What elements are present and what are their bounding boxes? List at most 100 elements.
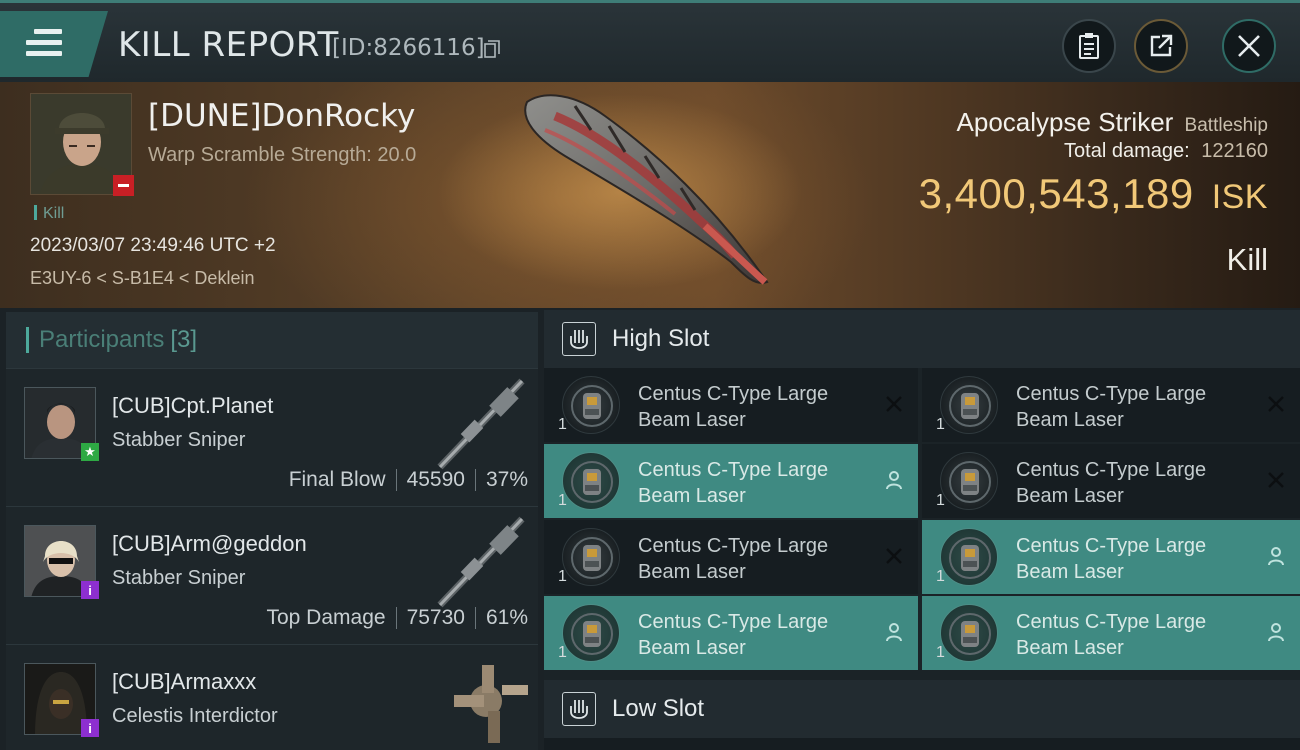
participant-damage: 75730 <box>406 606 465 629</box>
laser-module-icon <box>562 528 620 586</box>
participants-header: Participants [3] <box>6 312 538 368</box>
close-icon <box>1238 35 1260 57</box>
ship-name-text: Apocalypse Striker <box>956 107 1174 137</box>
kill-location[interactable]: E3UY-6 < S-B1E4 < Deklein <box>30 268 254 289</box>
kill-summary-banner: [DUNE]DonRocky Warp Scramble Strength: 2… <box>0 82 1300 308</box>
participant-percent: 61% <box>485 606 528 629</box>
module-name: Centus C-Type Large Beam Laser <box>1016 535 1207 583</box>
module-quantity: 1 <box>558 416 567 433</box>
menu-button[interactable] <box>0 11 108 77</box>
info-icon: i <box>81 581 99 599</box>
participant-stats: Top Damage 75730 61% <box>266 606 528 630</box>
victim-ship-image <box>524 94 769 285</box>
high-slot-icon <box>562 322 596 356</box>
module-slot[interactable]: 1 Centus C-Type Large Beam Laser <box>544 368 918 442</box>
participant-role: Top Damage <box>266 606 386 629</box>
module-quantity: 1 <box>558 644 567 661</box>
isk-amount: 3,400,543,189 <box>918 170 1194 217</box>
kill-type-tag: Kill <box>34 205 64 223</box>
drone-icon <box>454 665 528 743</box>
module-name: Centus C-Type Large Beam Laser <box>638 535 829 583</box>
module-slot[interactable]: 1 Centus C-Type Large Beam Laser <box>922 368 1300 442</box>
kill-id: [ID:8266116] <box>332 35 485 61</box>
module-slot[interactable]: 1 Centus C-Type Large Beam Laser <box>544 596 918 670</box>
total-damage: Total damage: 122160 <box>1064 140 1268 163</box>
module-quantity: 1 <box>936 644 945 661</box>
high-slot-header: High Slot <box>544 310 1300 368</box>
person-icon <box>884 622 904 642</box>
participant-ship: Stabber Sniper <box>112 429 246 451</box>
module-slot[interactable]: 1 Centus C-Type Large Beam Laser <box>922 596 1300 670</box>
divider <box>395 469 397 491</box>
module-name: Centus C-Type Large Beam Laser <box>1016 459 1207 507</box>
participants-count: [3] <box>170 326 198 353</box>
module-name: Centus C-Type Large Beam Laser <box>638 459 829 507</box>
x-icon <box>1266 470 1286 490</box>
isk-unit: ISK <box>1211 178 1268 216</box>
module-slot[interactable]: 1 Centus C-Type Large Beam Laser <box>544 444 918 518</box>
hamburger-icon <box>26 29 62 62</box>
kill-result: Kill <box>1226 242 1268 277</box>
fitting-panel: High Slot 1 Centus C-Type Large Beam Lase… <box>544 310 1300 750</box>
clipboard-icon <box>1079 33 1099 59</box>
loss-badge <box>113 175 134 196</box>
laser-module-icon <box>562 604 620 662</box>
module-name: Centus C-Type Large Beam Laser <box>638 383 829 431</box>
total-damage-label: Total damage: <box>1064 140 1190 162</box>
page-title: KILL REPORT <box>118 25 339 65</box>
participants-panel: Participants [3] ★ [CUB]Cpt.Planet Stabb… <box>6 312 538 750</box>
laser-module-icon <box>562 452 620 510</box>
share-button[interactable] <box>1134 19 1188 73</box>
low-slot-header: Low Slot <box>544 680 1300 738</box>
victim-ship-name[interactable]: Apocalypse Striker Battleship <box>957 107 1268 138</box>
divider <box>474 469 476 491</box>
laser-module-icon <box>562 376 620 434</box>
copy-icon[interactable] <box>484 40 500 58</box>
x-icon <box>884 546 904 566</box>
participant-row[interactable]: i [CUB]Armaxxx Celestis Interdictor <box>6 644 538 750</box>
report-button[interactable] <box>1062 19 1116 73</box>
warp-scramble-strength: Warp Scramble Strength: 20.0 <box>148 144 417 166</box>
header-accent-bar <box>26 327 29 353</box>
laser-module-icon <box>940 528 998 586</box>
participant-row[interactable]: i [CUB]Arm@geddon Stabber Sniper Top Dam… <box>6 506 538 644</box>
share-icon <box>1150 34 1173 57</box>
module-name: Centus C-Type Large Beam Laser <box>1016 383 1207 431</box>
participant-name[interactable]: [CUB]Arm@geddon <box>112 531 307 557</box>
module-slot[interactable]: 1 Centus C-Type Large Beam Laser <box>922 520 1300 594</box>
weapon-icon <box>437 378 525 470</box>
ship-class-text: Battleship <box>1184 115 1268 136</box>
close-button[interactable] <box>1222 19 1276 73</box>
info-icon: i <box>81 719 99 737</box>
module-quantity: 1 <box>558 492 567 509</box>
laser-module-icon <box>940 376 998 434</box>
participant-name[interactable]: [CUB]Cpt.Planet <box>112 393 273 419</box>
person-icon <box>1266 622 1286 642</box>
divider <box>474 607 476 629</box>
module-quantity: 1 <box>558 568 567 585</box>
participant-ship: Celestis Interdictor <box>112 705 278 727</box>
person-icon <box>1266 546 1286 566</box>
module-quantity: 1 <box>936 568 945 585</box>
person-icon <box>884 470 904 490</box>
participant-name[interactable]: [CUB]Armaxxx <box>112 669 256 695</box>
x-icon <box>884 394 904 414</box>
module-slot[interactable]: 1 Centus C-Type Large Beam Laser <box>544 520 918 594</box>
module-quantity: 1 <box>936 416 945 433</box>
victim-name[interactable]: [DUNE]DonRocky <box>148 98 415 134</box>
participant-ship: Stabber Sniper <box>112 567 246 589</box>
isk-value: 3,400,543,189 ISK <box>919 170 1268 218</box>
divider <box>395 607 397 629</box>
top-bar: KILL REPORT [ID:8266116] <box>0 0 1300 82</box>
participant-damage: 45590 <box>406 468 465 491</box>
kill-timestamp: 2023/03/07 23:49:46 UTC +2 <box>30 235 276 256</box>
participant-percent: 37% <box>485 468 528 491</box>
high-slot-grid: 1 Centus C-Type Large Beam Laser 1 Centus C… <box>544 368 1300 670</box>
low-slot-icon <box>562 692 596 726</box>
total-damage-value: 122160 <box>1201 140 1268 162</box>
x-icon <box>1266 394 1286 414</box>
participant-row[interactable]: ★ [CUB]Cpt.Planet Stabber Sniper Final B… <box>6 368 538 506</box>
module-slot[interactable]: 1 Centus C-Type Large Beam Laser <box>922 444 1300 518</box>
laser-module-icon <box>940 604 998 662</box>
low-slot-list <box>544 738 1300 750</box>
